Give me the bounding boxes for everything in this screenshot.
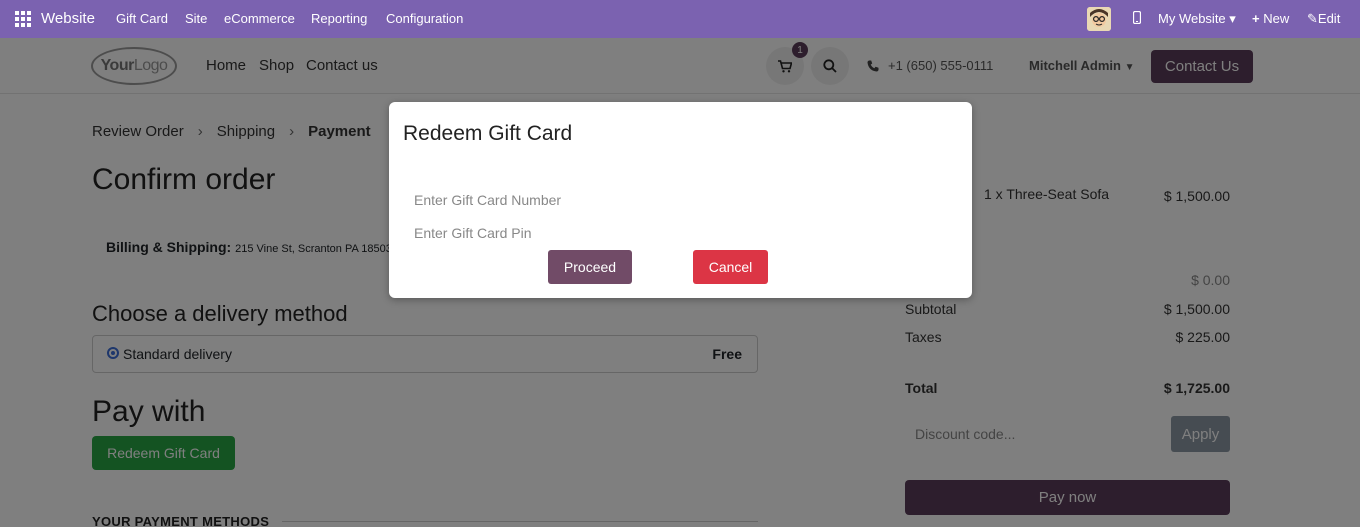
dialog-title: Redeem Gift Card (403, 122, 573, 145)
menu-configuration[interactable]: Configuration (386, 11, 463, 26)
menu-gift-card[interactable]: Gift Card (116, 11, 168, 26)
gift-card-number-input[interactable]: Enter Gift Card Number (414, 192, 561, 208)
pencil-icon: ✎ (1307, 11, 1318, 26)
gift-card-pin-input[interactable]: Enter Gift Card Pin (414, 225, 532, 241)
apps-grid-icon[interactable] (15, 11, 31, 27)
website-selector[interactable]: My Website ▾ (1158, 11, 1236, 27)
proceed-button[interactable]: Proceed (548, 250, 632, 284)
redeem-gift-card-dialog: Redeem Gift Card Enter Gift Card Number … (389, 102, 972, 298)
menu-reporting[interactable]: Reporting (311, 11, 367, 26)
user-avatar[interactable] (1087, 7, 1111, 31)
app-name[interactable]: Website (41, 10, 95, 27)
menu-site[interactable]: Site (185, 11, 207, 26)
cancel-button[interactable]: Cancel (693, 250, 768, 284)
new-button[interactable]: + New (1252, 11, 1289, 26)
admin-top-bar: Website Gift Card Site eCommerce Reporti… (0, 0, 1360, 38)
plus-icon: + (1252, 11, 1260, 26)
mobile-preview-icon[interactable] (1132, 10, 1142, 27)
menu-ecommerce[interactable]: eCommerce (224, 11, 295, 26)
edit-button[interactable]: ✎Edit (1307, 11, 1340, 27)
